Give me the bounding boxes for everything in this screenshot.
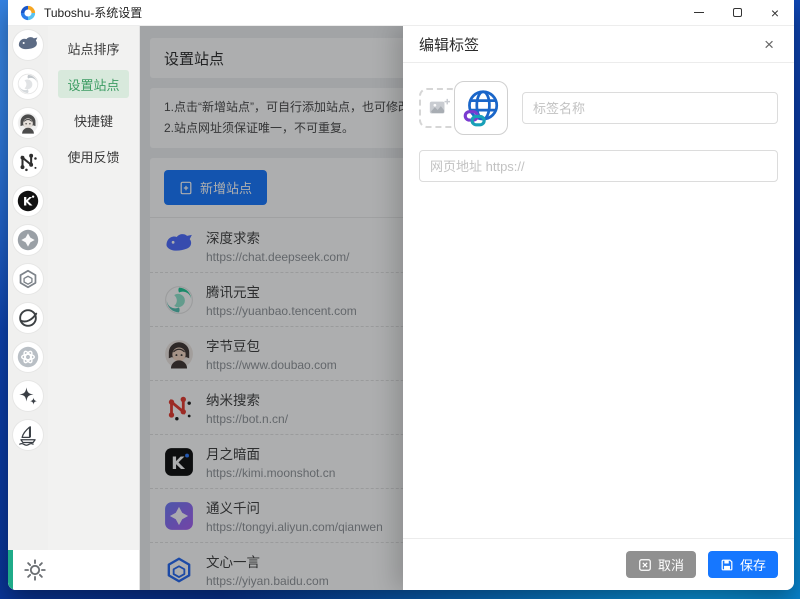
close-icon: × [770, 4, 780, 21]
kimi-k-icon[interactable]: K [13, 186, 43, 216]
nav-item[interactable]: 站点排序 [58, 34, 129, 62]
site-icon-preview[interactable] [454, 81, 508, 135]
app-body: K 站点排序 设置站点 快捷键 使用反馈 设置站点 1.点击“新增站点”，可自行添加站… [8, 26, 794, 590]
gear-icon[interactable] [22, 557, 48, 583]
tag-name-input[interactable] [522, 92, 778, 124]
nav-item[interactable]: 设置站点 [58, 70, 129, 98]
cube-icon[interactable] [13, 264, 43, 294]
drawer-title: 编辑标签 [419, 36, 480, 54]
molecule-icon[interactable] [13, 147, 43, 177]
tag-url-input[interactable] [419, 150, 778, 182]
left-panel: K 站点排序设置站点快捷键使用反馈 [8, 26, 140, 590]
edit-tag-drawer: 编辑标签 × 取消 [403, 26, 794, 590]
close-button[interactable]: × [756, 0, 794, 25]
settings-bottom-band [8, 550, 139, 590]
sparkles-icon[interactable] [13, 381, 43, 411]
tuboshu-logo-icon [20, 5, 36, 21]
drawer-close-icon[interactable]: × [760, 34, 778, 55]
star-badge-icon[interactable] [13, 225, 43, 255]
settings-nav: 站点排序设置站点快捷键使用反馈 [48, 26, 139, 550]
cancel-button[interactable]: 取消 [625, 551, 696, 578]
title-bar: Tuboshu-系统设置 × [8, 0, 794, 26]
upload-image-button[interactable] [419, 88, 459, 128]
image-upload-icon [428, 97, 450, 119]
window-title: Tuboshu-系统设置 [44, 6, 143, 20]
flower-knot-icon[interactable] [13, 342, 43, 372]
swirl-icon[interactable] [13, 69, 43, 99]
save-button[interactable]: 保存 [707, 551, 778, 578]
cancel-button-label: 取消 [657, 558, 684, 573]
app-icon-rail: K [8, 26, 48, 550]
minimize-button[interactable] [680, 0, 718, 25]
whale-icon[interactable] [13, 30, 43, 60]
maximize-button[interactable] [718, 0, 756, 25]
globe-link-icon [460, 87, 502, 129]
sailboat-icon[interactable] [13, 420, 43, 450]
maximize-icon [732, 8, 742, 17]
ring-swoosh-icon[interactable] [13, 303, 43, 333]
nav-item[interactable]: 快捷键 [58, 106, 129, 134]
window-controls: × [680, 0, 794, 25]
girl-avatar-icon[interactable] [13, 108, 43, 138]
app-window: Tuboshu-系统设置 × K 站点排序 设置站点 快捷键 使用反馈 设置站点… [8, 0, 794, 590]
save-floppy-icon [720, 558, 734, 572]
save-button-label: 保存 [739, 558, 766, 573]
nav-item[interactable]: 使用反馈 [58, 142, 129, 170]
minimize-icon [694, 12, 704, 13]
cancel-box-x-icon [638, 558, 652, 572]
svg-text:K: K [23, 195, 33, 209]
